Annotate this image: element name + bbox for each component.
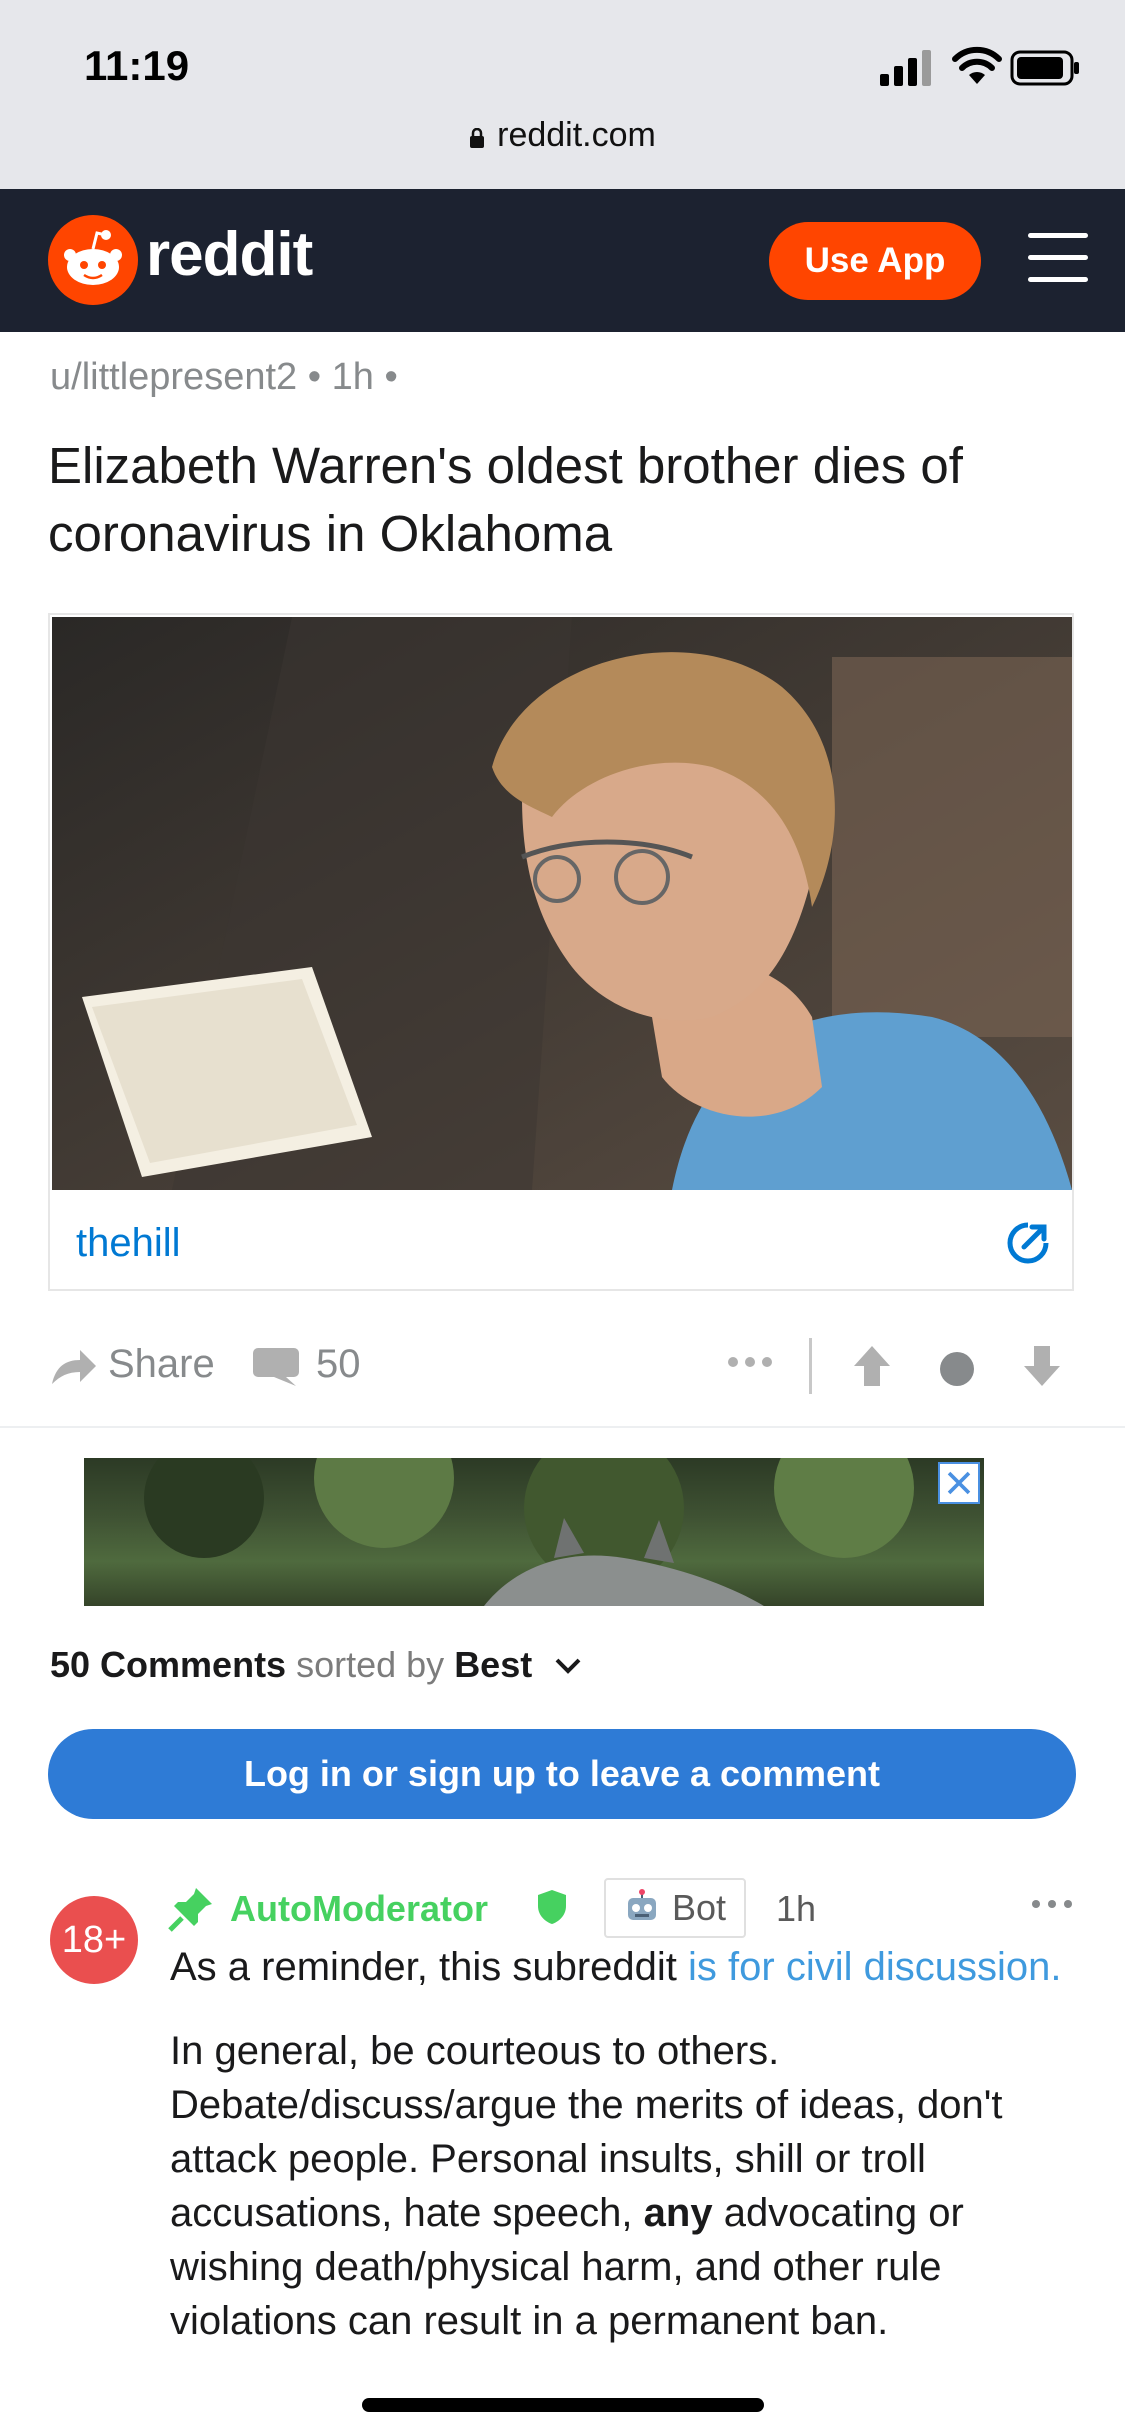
reddit-wordmark[interactable]: reddit [146, 219, 313, 290]
share-button[interactable]: Share [108, 1342, 215, 1387]
lock-icon [470, 128, 485, 148]
ad-image [144, 1458, 914, 1606]
chevron-down-icon[interactable] [554, 1657, 582, 1675]
address-url: reddit.com [497, 116, 656, 154]
comment-paragraph: As a reminder, this subreddit is for civ… [170, 1945, 1062, 1989]
home-indicator [362, 2398, 764, 2412]
comments-count-label: 50 Comments [50, 1644, 287, 1685]
divider [809, 1338, 812, 1394]
sorted-by-label: sorted by [296, 1644, 445, 1685]
ad-banner[interactable] [84, 1458, 984, 1606]
comment-icon[interactable] [252, 1344, 300, 1388]
address-bar[interactable]: reddit.com [0, 116, 1125, 155]
comment-count[interactable]: 50 [316, 1342, 361, 1387]
portrait-illustration [52, 617, 1072, 1190]
link-card[interactable]: thehill [48, 613, 1074, 1291]
battery-icon [1010, 50, 1079, 86]
comment-author[interactable]: AutoModerator [230, 1888, 488, 1930]
link-domain[interactable]: thehill [76, 1221, 181, 1266]
use-app-button[interactable]: Use App [769, 222, 981, 300]
vote-score-indicator [940, 1352, 974, 1386]
post-author[interactable]: u/littlepresent2 [50, 356, 297, 398]
bot-flair: Bot [604, 1878, 747, 1938]
post-age: 1h [331, 356, 374, 398]
browser-chrome: 11:19 reddit.com [0, 0, 1125, 189]
menu-icon[interactable] [1028, 233, 1088, 287]
civil-discussion-link[interactable]: is for civil discussion. [688, 1945, 1061, 1989]
divider [0, 1426, 1125, 1428]
reddit-logo-icon[interactable] [48, 215, 138, 305]
post-meta: u/littlepresent2 • 1h • [50, 356, 398, 398]
post-title[interactable]: Elizabeth Warren's oldest brother dies o… [48, 432, 1078, 568]
external-link-icon[interactable] [1006, 1221, 1050, 1265]
link-card-footer[interactable]: thehill [50, 1191, 1072, 1291]
reddit-header: reddit Use App [0, 189, 1125, 332]
bot-label: Bot [672, 1887, 727, 1928]
comment-body: As a reminder, this subreddit is for civ… [170, 1940, 1090, 2378]
robot-icon [628, 1889, 656, 1920]
pin-icon [168, 1888, 212, 1932]
share-icon[interactable] [48, 1344, 98, 1388]
sort-value[interactable]: Best [454, 1644, 532, 1685]
status-time: 11:19 [84, 42, 190, 89]
nsfw-badge: 18+ [50, 1896, 138, 1984]
wifi-icon [952, 46, 1002, 84]
close-icon[interactable] [938, 1462, 980, 1504]
comment-more-icon[interactable] [1030, 1896, 1074, 1912]
upvote-icon[interactable] [852, 1344, 892, 1388]
login-signup-button[interactable]: Log in or sign up to leave a comment [48, 1729, 1076, 1819]
downvote-icon[interactable] [1022, 1344, 1062, 1388]
post-actions: Share 50 [0, 1330, 1125, 1410]
cell-signal-icon [880, 50, 931, 86]
comment-paragraph: In general, be courteous to others. Deba… [170, 2029, 1003, 2343]
more-icon[interactable] [725, 1352, 775, 1372]
shield-icon [538, 1890, 566, 1924]
comment-age: 1h [776, 1888, 817, 1929]
comments-sort-bar[interactable]: 50 Comments sorted by Best [50, 1644, 582, 1686]
post-thumbnail[interactable] [52, 617, 1072, 1190]
